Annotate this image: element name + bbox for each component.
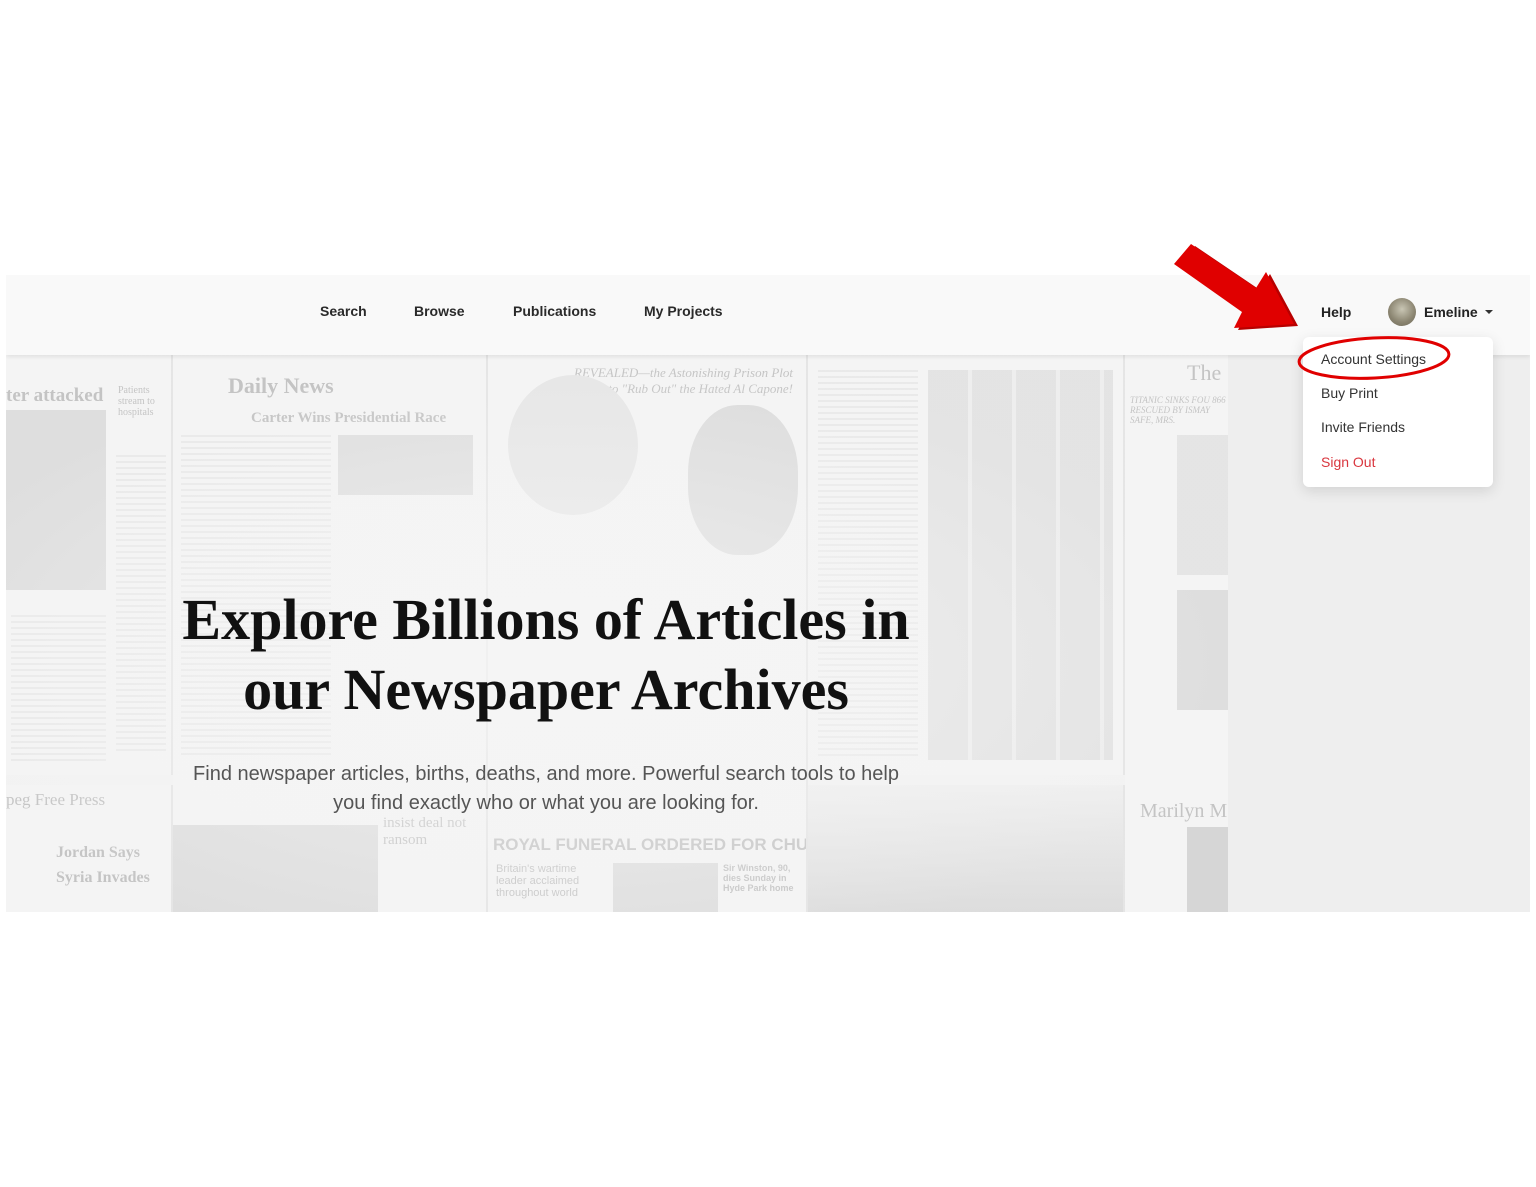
nav-browse[interactable]: Browse	[414, 303, 465, 319]
avatar	[1388, 298, 1416, 326]
caret-down-icon	[1484, 310, 1493, 314]
annotation-circle-icon	[1297, 336, 1451, 380]
hero-title-line: our Newspaper Archives	[243, 657, 849, 722]
hero-title-line: Explore Billions of Articles in	[182, 587, 910, 652]
user-name: Emeline	[1424, 304, 1478, 320]
menu-item-sign-out[interactable]: Sign Out	[1321, 454, 1375, 470]
nav-publications[interactable]: Publications	[513, 303, 596, 319]
hero-title: Explore Billions of Articles in our News…	[126, 585, 966, 725]
annotation-arrow-icon	[1174, 244, 1298, 330]
hero-subtitle-line: you find exactly who or what you are loo…	[333, 792, 759, 814]
nav-search[interactable]: Search	[320, 303, 367, 319]
nav-my-projects[interactable]: My Projects	[644, 303, 723, 319]
hero-subtitle-line: Find newspaper articles, births, deaths,…	[193, 763, 899, 785]
user-menu-toggle[interactable]: Emeline	[1388, 297, 1493, 327]
menu-item-invite-friends[interactable]: Invite Friends	[1321, 419, 1405, 435]
nav-help[interactable]: Help	[1321, 304, 1351, 320]
hero-subtitle: Find newspaper articles, births, deaths,…	[126, 760, 966, 818]
